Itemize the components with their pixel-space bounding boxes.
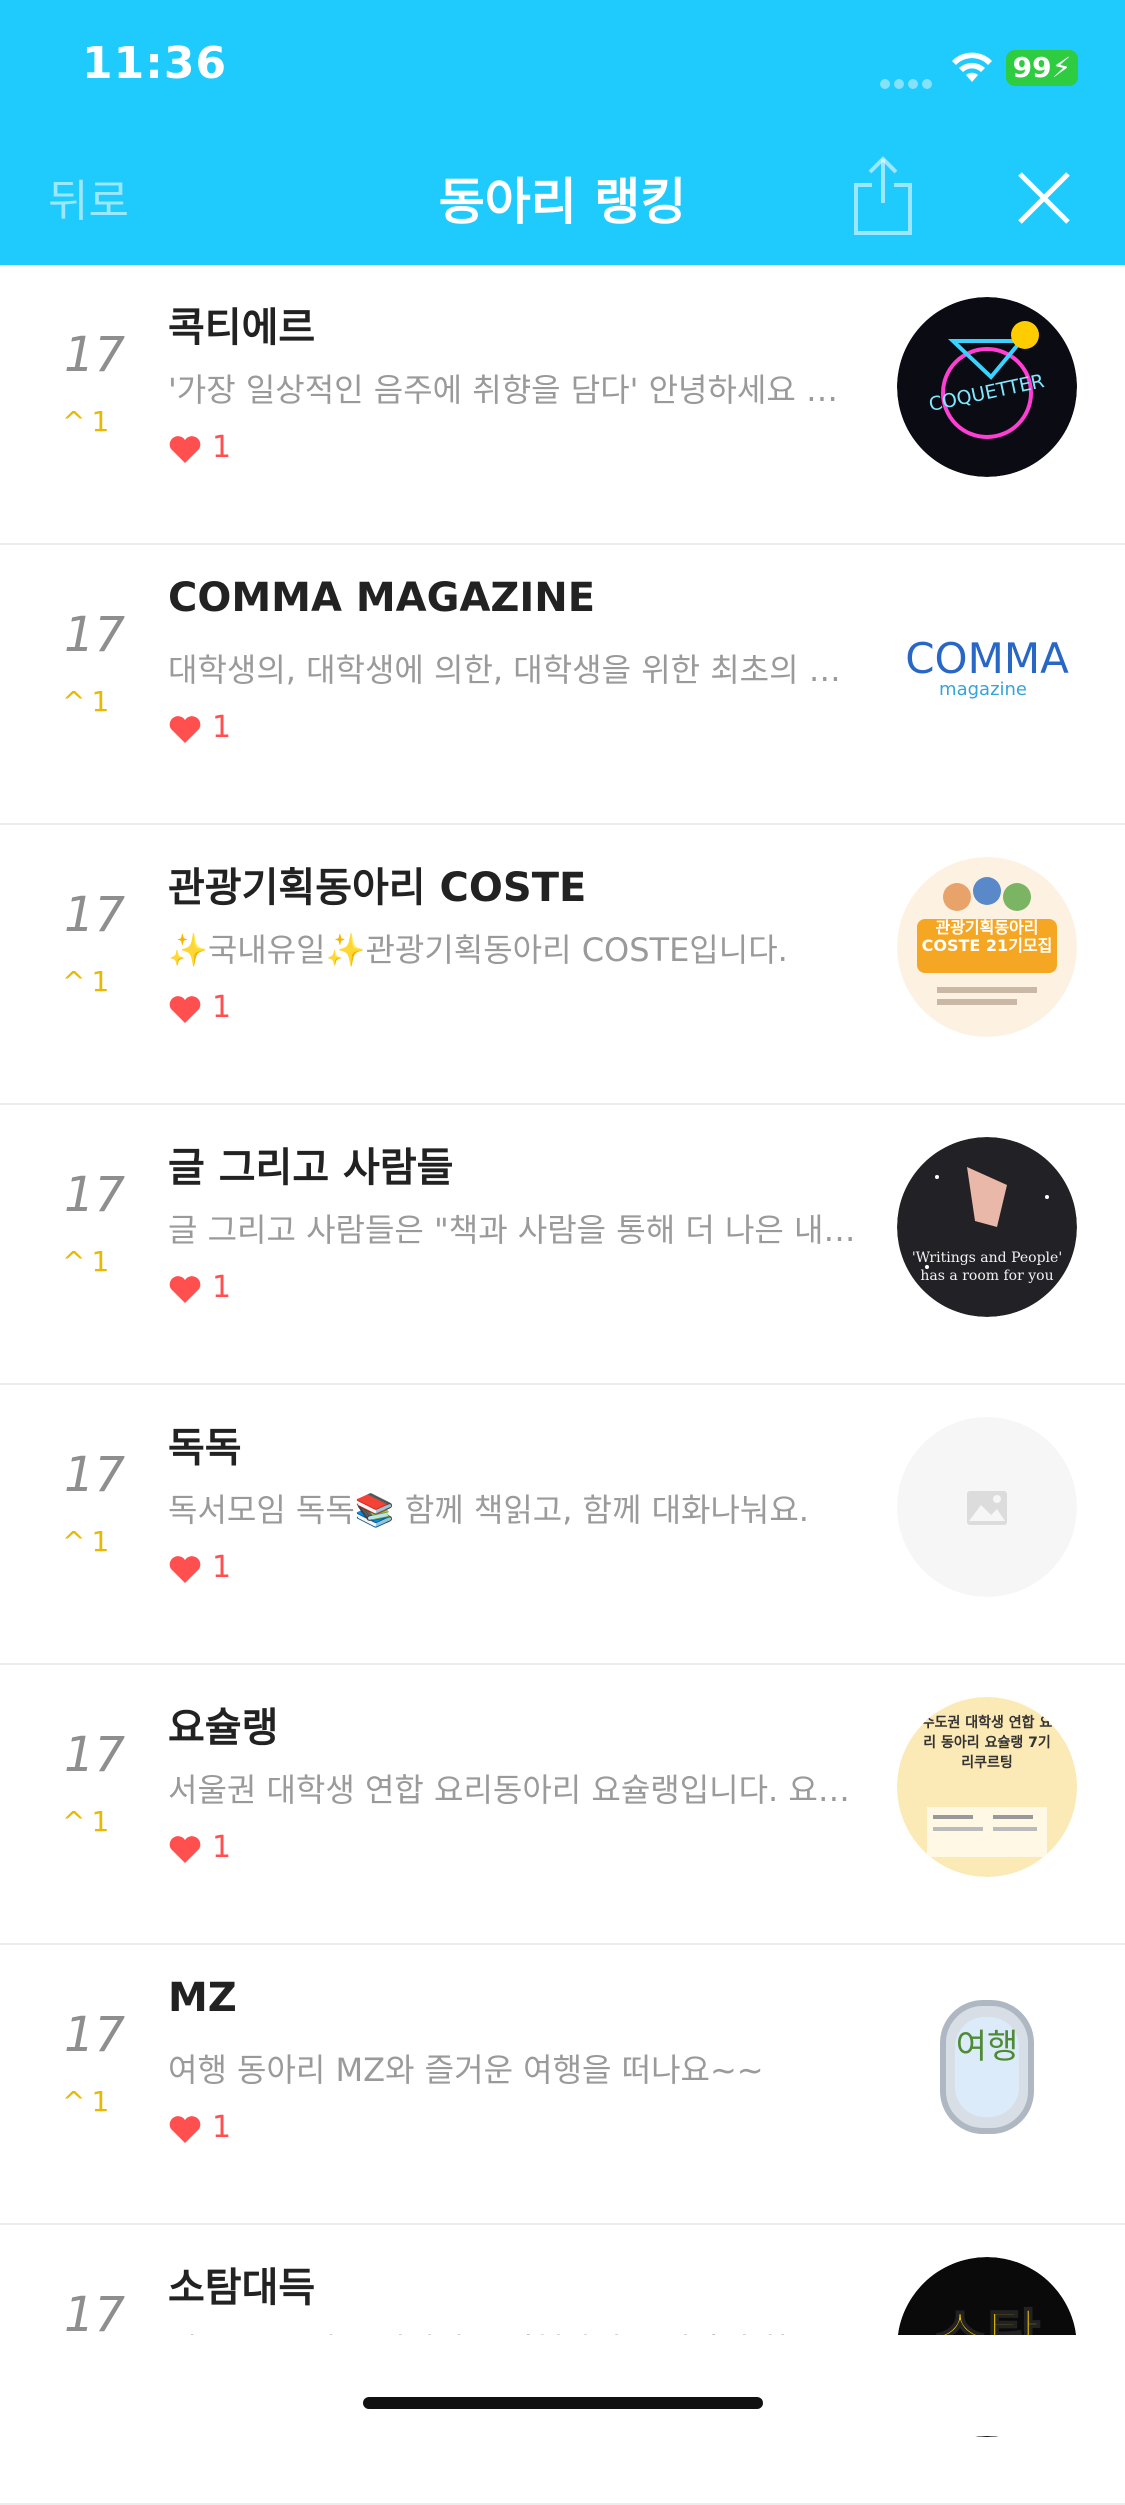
wifi-icon [952,52,992,82]
club-name: MZ [168,1975,237,2021]
rank-number: 17 [64,1167,126,1223]
like-count-value: 1 [212,1550,232,1585]
heart-icon [169,435,201,463]
rank-change-value: 1 [91,1805,110,1838]
battery-level: 99 [1012,51,1052,84]
rank-change-value: 1 [91,685,110,718]
page-title: 동아리 랭킹 [438,173,687,231]
rank-number: 17 [64,1447,126,1503]
thumbnail-text: COMMA [905,634,1069,683]
status-time: 11:36 [82,38,228,89]
heart-icon [169,2115,201,2143]
heart-icon [169,995,201,1023]
chevron-up-icon: ^ [62,685,86,718]
chevron-up-icon: ^ [62,2085,86,2118]
like-count[interactable]: 1 [168,1830,231,1865]
chevron-up-icon: ^ [62,405,86,438]
like-count-value: 1 [212,1830,232,1865]
chevron-up-icon: ^ [62,1525,86,1558]
cellular-signal-icon [880,74,936,89]
rank-change: ^ 1 [62,405,109,438]
thumbnail-text: 관광기획동아리 COSTE 21기모집 [921,919,1053,955]
rank-number: 17 [64,1727,126,1783]
list-item[interactable]: 17 ^ 1 MZ 여행 동아리 MZ와 즐거운 여행을 떠나요~~ 1 여행 [0,1945,1125,2225]
close-icon[interactable] [1016,170,1072,226]
club-description: 대학생의, 대학생에 의한, 대학생을 위한 최초의 광… [168,651,858,689]
chevron-up-icon: ^ [62,1245,86,1278]
thumbnail-text: 'Writings and People' has a room for you [911,1250,1063,1284]
heart-icon [169,1555,201,1583]
club-description: 여행 동아리 MZ와 즐거운 여행을 떠나요~~ [168,2051,764,2089]
club-name: 소탐대득 [168,2265,316,2311]
thumbnail-text: 수도권 대학생 연합 요리 동아리 요슐랭 7기 리쿠르팅 [921,1715,1053,1771]
club-name: 관광기획동아리 COSTE [168,865,587,911]
like-count-value: 1 [212,2110,232,2145]
club-thumbnail[interactable]: 'Writings and People' has a room for you [897,1137,1077,1317]
club-name: 요슐랭 [168,1705,279,1751]
club-name: 콕티에르 [168,305,316,351]
like-count-value: 1 [212,990,232,1025]
club-name: 글 그리고 사람들 [168,1145,454,1191]
like-count[interactable]: 1 [168,1270,231,1305]
heart-icon [169,1835,201,1863]
home-indicator[interactable] [363,2397,763,2409]
rank-number: 17 [64,2007,126,2063]
like-count-value: 1 [212,430,232,465]
club-name: 독독 [168,1425,242,1471]
share-icon[interactable] [850,155,916,237]
list-item[interactable]: 17 ^ 1 COMMA MAGAZINE 대학생의, 대학생에 의한, 대학생을… [0,545,1125,825]
rank-change: ^ 1 [62,965,109,998]
rank-change: ^ 1 [62,2085,109,2118]
rank-change-value: 1 [91,405,110,438]
list-item[interactable]: 17 ^ 1 독독 독서모임 독독📚 함께 책읽고, 함께 대화나눠요. 1 [0,1385,1125,1665]
rank-number: 17 [64,887,126,943]
rank-change: ^ 1 [62,1805,109,1838]
club-description: '가장 일상적인 음주에 취향을 담다' 안녕하세요 미… [168,371,858,409]
image-placeholder-icon[interactable] [897,1417,1077,1597]
heart-icon [169,1275,201,1303]
rank-change-value: 1 [91,1525,110,1558]
club-description: ✨국내유일✨관광기획동아리 COSTE입니다. [168,931,788,969]
club-description: 글 그리고 사람들은 "책과 사람을 통해 더 나은 내가 … [168,1211,858,1249]
rank-number: 17 [64,607,126,663]
header-bar: 11:36 99⚡ 뒤로 동아리 랭킹 [0,0,1125,265]
chevron-up-icon: ^ [62,965,86,998]
like-count[interactable]: 1 [168,990,231,1025]
rank-change-value: 1 [91,1245,110,1278]
like-count-value: 1 [212,710,232,745]
list-item[interactable]: 17 ^ 1 글 그리고 사람들 글 그리고 사람들은 "책과 사람을 통해 더 … [0,1105,1125,1385]
ranking-list: 17 ^ 1 콕티에르 '가장 일상적인 음주에 취향을 담다' 안녕하세요 미…… [0,265,1125,2505]
rank-change: ^ 1 [62,1245,109,1278]
thumbnail-subtext: magazine [939,679,1027,700]
club-description: 독서모임 독독📚 함께 책읽고, 함께 대화나눠요. [168,1491,809,1529]
like-count[interactable]: 1 [168,430,231,465]
like-count[interactable]: 1 [168,1550,231,1585]
club-thumbnail[interactable]: 수도권 대학생 연합 요리 동아리 요슐랭 7기 리쿠르팅 [897,1697,1077,1877]
list-item[interactable]: 17 ^ 1 요슐랭 서울권 대학생 연합 요리동아리 요슐랭입니다. 요리… 1… [0,1665,1125,1945]
like-count[interactable]: 1 [168,2110,231,2145]
list-item[interactable]: 17 ^ 1 관광기획동아리 COSTE ✨국내유일✨관광기획동아리 COSTE입… [0,825,1125,1105]
club-name: COMMA MAGAZINE [168,575,596,621]
rank-change-value: 1 [91,2085,110,2118]
chevron-up-icon: ^ [62,1805,86,1838]
like-count[interactable]: 1 [168,710,231,745]
battery-icon: 99⚡ [1006,50,1078,86]
club-thumbnail[interactable]: 여행 [897,1977,1077,2157]
like-count-value: 1 [212,1270,232,1305]
club-thumbnail[interactable]: COQUETTER [897,297,1077,477]
thumbnail-text: 여행 [955,2027,1019,2067]
heart-icon [169,715,201,743]
rank-change: ^ 1 [62,685,109,718]
list-item[interactable]: 17 ^ 1 콕티에르 '가장 일상적인 음주에 취향을 담다' 안녕하세요 미…… [0,265,1125,545]
rank-number: 17 [64,327,126,383]
rank-change-value: 1 [91,965,110,998]
club-description: 서울권 대학생 연합 요리동아리 요슐랭입니다. 요리… [168,1771,858,1809]
club-thumbnail[interactable]: 관광기획동아리 COSTE 21기모집 [897,857,1077,1037]
club-thumbnail[interactable]: COMMA magazine [897,577,1077,757]
bottom-safe-area [0,2335,1125,2436]
rank-change: ^ 1 [62,1525,109,1558]
